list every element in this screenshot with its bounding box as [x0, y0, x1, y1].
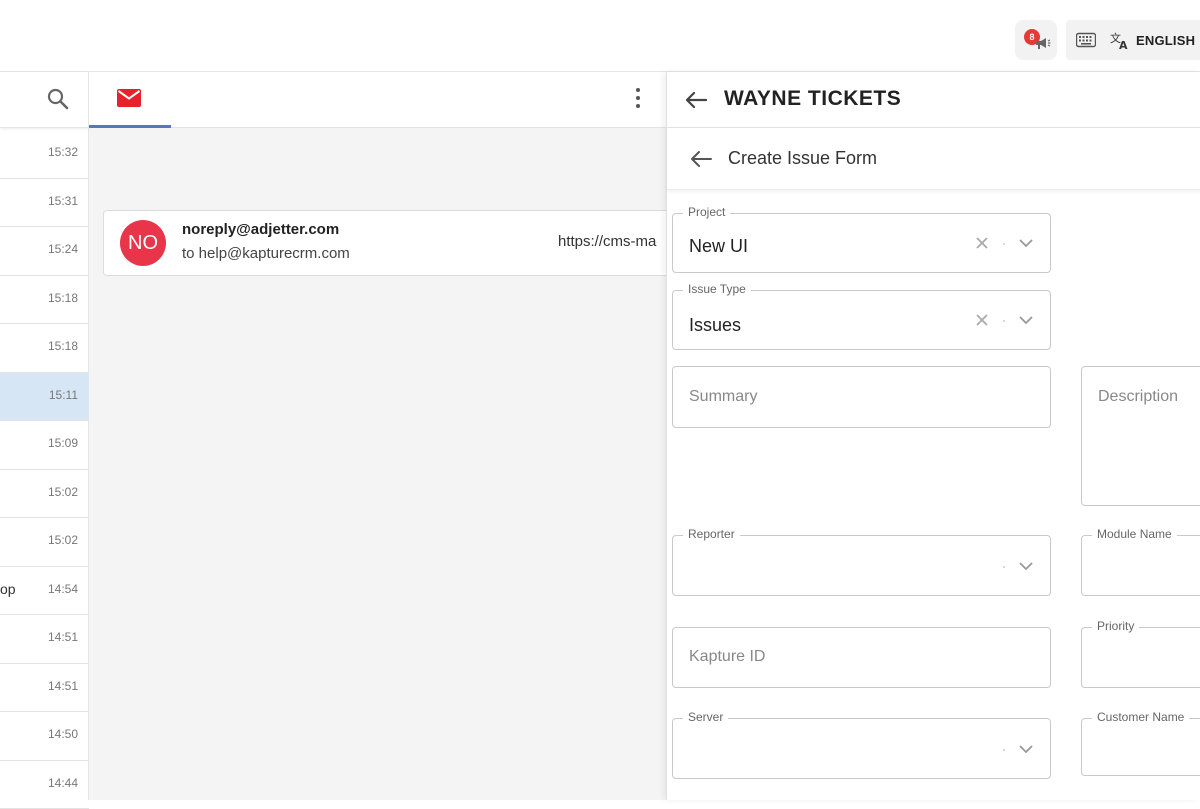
page-title: WAYNE TICKETS [724, 87, 901, 111]
list-item-selected[interactable]: 15:11 [0, 373, 89, 422]
customer-name-label: Customer Name [1092, 710, 1189, 724]
list-item[interactable]: 14:51 [0, 664, 89, 713]
reporter-label: Reporter [683, 527, 740, 541]
list-item-time: 15:11 [49, 388, 78, 402]
list-item-time: 15:32 [48, 145, 78, 159]
server-select[interactable]: Server [672, 718, 1051, 779]
language-selector[interactable]: 文 A ENGLISH [1066, 20, 1200, 60]
list-item-time: 15:02 [48, 485, 78, 499]
tab-email[interactable] [89, 72, 171, 128]
mail-recipient: to help@kapturecrm.com [182, 245, 350, 262]
chevron-down-icon[interactable] [1019, 745, 1033, 754]
ticket-panel-header: WAYNE TICKETS [667, 72, 1200, 128]
list-item[interactable]: 14:50 [0, 712, 89, 761]
conversation-list: 15:32 15:31 15:24 15:18 15:18 15:11 15:0… [0, 72, 89, 800]
list-item[interactable]: 15:02 [0, 518, 89, 567]
list-item[interactable]: op 14:54 [0, 567, 89, 616]
chevron-down-icon[interactable] [1019, 562, 1033, 571]
list-item[interactable]: 15:31 [0, 179, 89, 228]
list-item-time: 14:50 [48, 727, 78, 741]
list-item[interactable]: 14:44 [0, 761, 89, 809]
ticket-panel: WAYNE TICKETS Create Issue Form Project … [666, 72, 1200, 800]
list-item-time: 14:54 [48, 582, 78, 596]
more-vert-icon[interactable] [634, 88, 642, 112]
issue-type-value: Issues [689, 315, 741, 336]
mail-item[interactable]: NO noreply@adjetter.com to help@kapturec… [103, 210, 673, 276]
list-search-bar [0, 72, 89, 128]
priority-select[interactable]: Priority [1081, 627, 1200, 688]
notifications-button[interactable]: 8 [1015, 20, 1057, 60]
kapture-id-field[interactable]: Kapture ID [672, 627, 1051, 688]
clear-icon[interactable] [976, 314, 988, 326]
svg-text:A: A [1119, 39, 1128, 50]
language-label: ENGLISH [1136, 33, 1195, 48]
server-label: Server [683, 710, 728, 724]
list-item[interactable]: 15:24 [0, 227, 89, 276]
list-item-time: 15:31 [48, 194, 78, 208]
arrow-back-icon[interactable] [690, 150, 712, 168]
mail-snippet: https://cms-ma [558, 233, 656, 250]
description-field[interactable]: Description [1081, 366, 1200, 506]
separator [1003, 749, 1005, 751]
summary-placeholder: Summary [689, 388, 757, 406]
translate-icon: 文 A [1110, 30, 1130, 50]
issue-type-select[interactable]: Issue Type Issues [672, 290, 1051, 350]
form-title: Create Issue Form [728, 148, 877, 169]
module-name-select[interactable]: Module Name [1081, 535, 1200, 596]
top-header: 8 文 A ENGLISH [0, 0, 1200, 72]
list-item-time: 14:44 [48, 776, 78, 790]
list-item[interactable]: 15:32 [0, 130, 89, 179]
mail-icon [117, 89, 141, 107]
megaphone-icon [1035, 36, 1051, 50]
priority-label: Priority [1092, 619, 1139, 633]
list-item-time: 15:24 [48, 242, 78, 256]
reporter-select[interactable]: Reporter [672, 535, 1051, 596]
customer-name-field[interactable]: Customer Name [1081, 718, 1200, 776]
kapture-id-placeholder: Kapture ID [689, 648, 765, 666]
list-item[interactable]: 14:51 [0, 615, 89, 664]
mail-panel: NO noreply@adjetter.com to help@kapturec… [89, 72, 666, 800]
project-select[interactable]: Project New UI [672, 213, 1051, 273]
list-item-time: 15:09 [48, 436, 78, 450]
chevron-down-icon[interactable] [1019, 316, 1033, 325]
list-item-text: op [0, 581, 16, 597]
form-header: Create Issue Form [667, 128, 1200, 190]
list-item-time: 15:02 [48, 533, 78, 547]
list-item[interactable]: 15:18 [0, 276, 89, 325]
list-item-time: 15:18 [48, 339, 78, 353]
list-item-time: 15:18 [48, 291, 78, 305]
keyboard-icon[interactable] [1076, 31, 1096, 49]
issue-type-label: Issue Type [683, 282, 751, 296]
mail-tab-bar [89, 72, 666, 128]
list-item-time: 14:51 [48, 679, 78, 693]
list-item-time: 14:51 [48, 630, 78, 644]
project-label: Project [683, 205, 730, 219]
list-item[interactable]: 15:09 [0, 421, 89, 470]
mail-sender: noreply@adjetter.com [182, 221, 339, 238]
description-placeholder: Description [1098, 388, 1178, 406]
list-item[interactable]: 15:18 [0, 324, 89, 373]
chevron-down-icon[interactable] [1019, 239, 1033, 248]
clear-icon[interactable] [976, 237, 988, 249]
module-name-label: Module Name [1092, 527, 1177, 541]
separator [1003, 566, 1005, 568]
separator [1003, 243, 1005, 245]
summary-field[interactable]: Summary [672, 366, 1051, 428]
arrow-back-icon[interactable] [685, 91, 707, 109]
search-icon[interactable] [47, 88, 69, 110]
separator [1003, 320, 1005, 322]
project-value: New UI [689, 236, 748, 257]
list-item[interactable]: 15:02 [0, 470, 89, 519]
avatar: NO [120, 220, 166, 266]
